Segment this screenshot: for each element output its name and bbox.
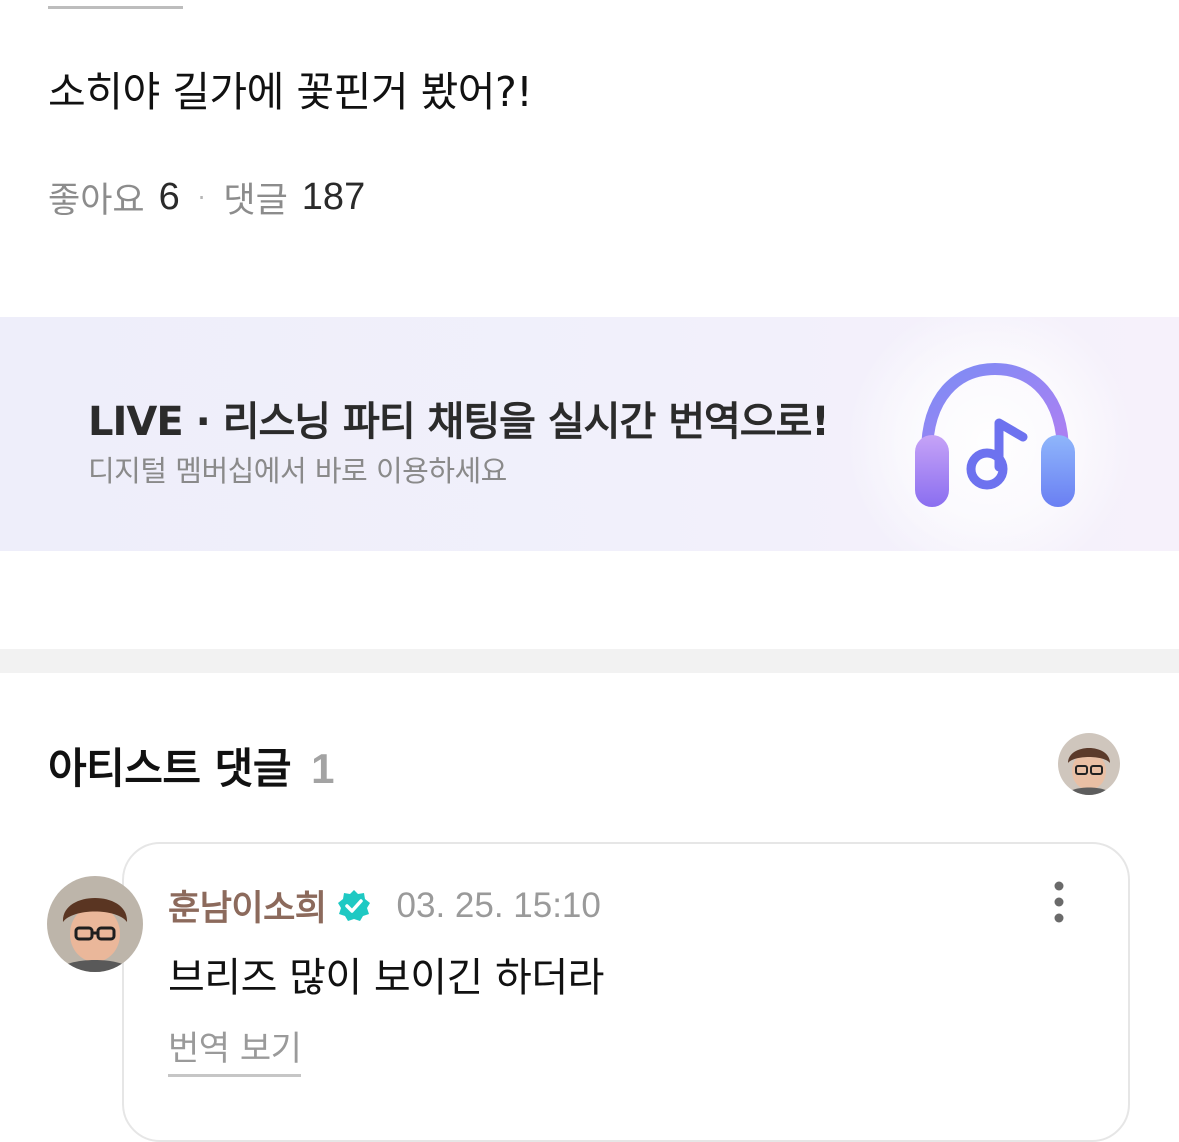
headphones-music-icon (915, 362, 1075, 507)
live-listening-party-banner[interactable]: LIVE · 리스닝 파티 채팅을 실시간 번역으로! 디지털 멤버십에서 바로… (0, 317, 1179, 551)
artist-comments-title: 아티스트 댓글 (48, 744, 291, 793)
top-divider (48, 0, 183, 9)
artist-comments-count: 1 (311, 745, 334, 792)
comment-author-name[interactable]: 훈남이소희 (168, 880, 327, 931)
post-stats: 좋아요 6 · 댓글 187 (48, 172, 365, 223)
comment-author-row: 훈남이소희 03. 25. 15:10 (168, 880, 601, 931)
comments-count[interactable]: 187 (302, 176, 365, 219)
stats-separator: · (197, 183, 206, 212)
artist-comments-heading: 아티스트 댓글 1 (48, 735, 334, 796)
likes-label[interactable]: 좋아요 (48, 172, 145, 223)
banner-title: LIVE · 리스닝 파티 채팅을 실시간 번역으로! (88, 399, 830, 445)
comments-label[interactable]: 댓글 (223, 172, 287, 223)
verified-check-icon (337, 889, 370, 921)
comment-timestamp: 03. 25. 15:10 (396, 885, 601, 925)
more-options-icon[interactable] (1048, 880, 1070, 924)
likes-count[interactable]: 6 (159, 176, 180, 219)
translate-link[interactable]: 번역 보기 (168, 1021, 302, 1077)
comment-text: 브리즈 많이 보이긴 하더라 (168, 955, 604, 1001)
artist-avatar-small[interactable] (1058, 733, 1120, 795)
post-text: 소히야 길가에 꽃핀거 봤어?! (48, 68, 533, 116)
banner-subtitle: 디지털 멤버십에서 바로 이용하세요 (88, 454, 507, 488)
section-divider (0, 649, 1179, 673)
commenter-avatar[interactable] (47, 876, 143, 972)
